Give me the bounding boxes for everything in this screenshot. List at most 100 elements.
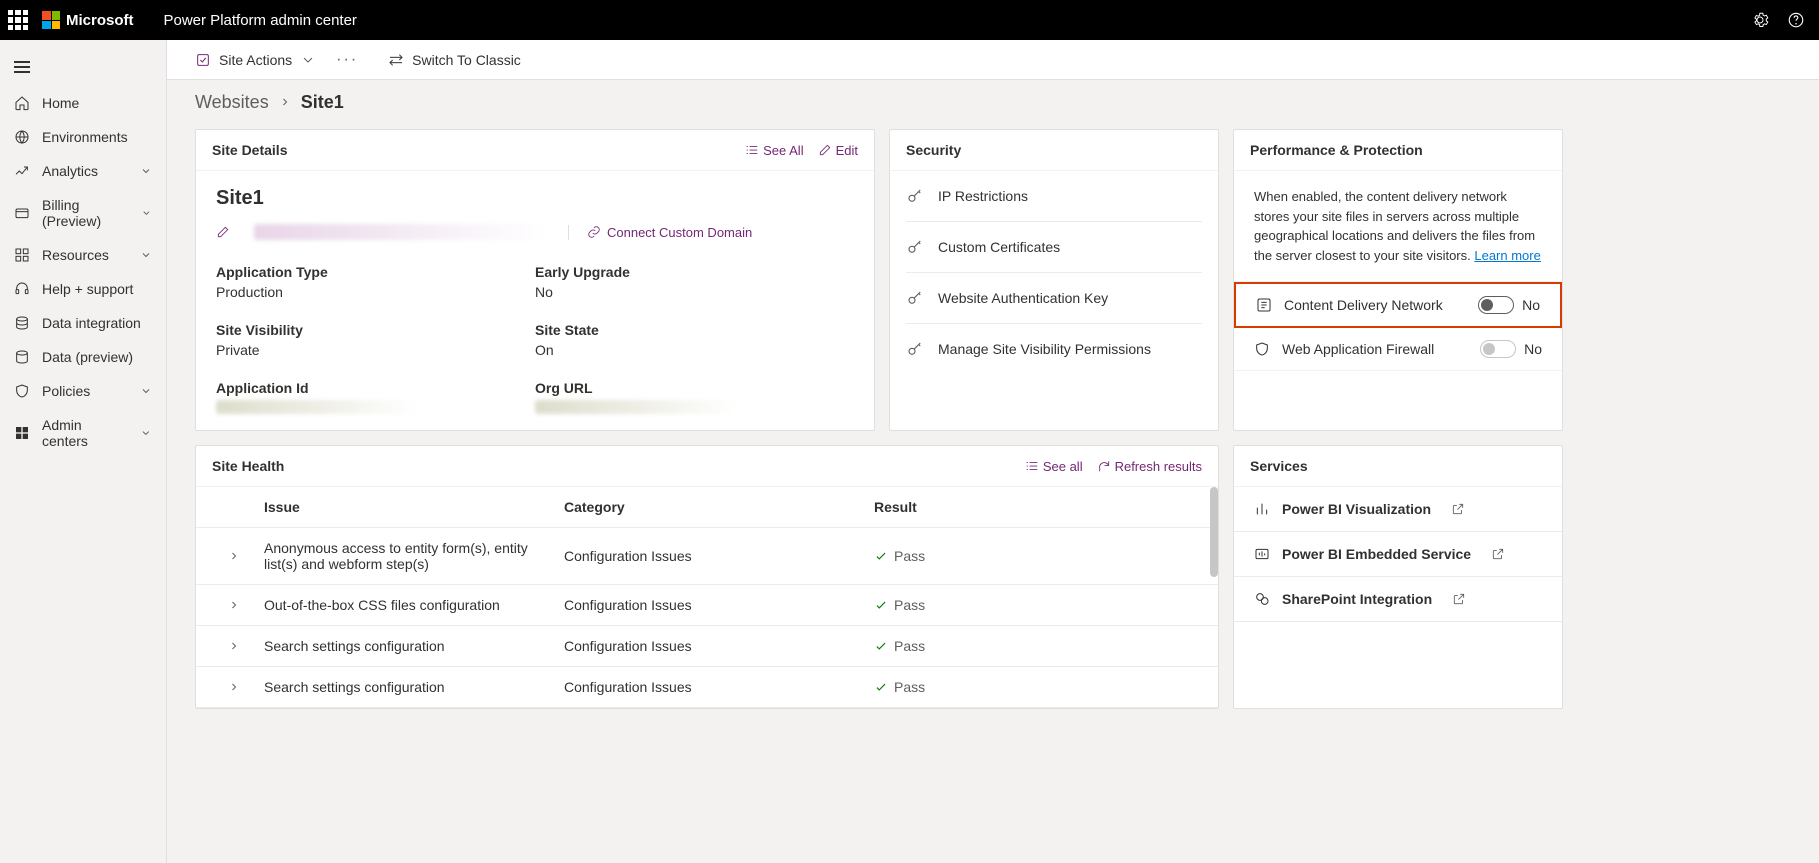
sidebar-item-help[interactable]: Help + support [0,272,166,306]
key-icon [906,289,924,307]
cell-issue: Search settings configuration [264,638,564,654]
switch-classic-button[interactable]: Switch To Classic [388,52,521,68]
field-label: Site Visibility [216,322,535,338]
field-label: Org URL [535,380,854,396]
check-icon [874,639,888,653]
chart-icon [1254,501,1270,517]
sidebar-item-policies[interactable]: Policies [0,374,166,408]
learn-more-link[interactable]: Learn more [1474,248,1540,263]
home-icon [14,95,30,111]
card-title: Site Details [212,142,287,158]
sidebar-item-analytics[interactable]: Analytics [0,154,166,188]
see-all-button[interactable]: See all [1025,459,1083,474]
sidebar-item-admin-centers[interactable]: Admin centers [0,408,166,458]
key-icon [906,187,924,205]
hamburger-icon[interactable] [0,48,166,86]
edit-button[interactable]: Edit [818,143,858,158]
checkbox-icon [195,52,211,68]
sidebar-item-resources[interactable]: Resources [0,238,166,272]
see-all-button[interactable]: See All [745,143,803,158]
table-row: Out-of-the-box CSS files configurationCo… [196,585,1218,626]
table-row: Search settings configurationConfigurati… [196,626,1218,667]
check-icon [874,598,888,612]
data-integration-icon [14,315,30,331]
service-item-powerbi-emb[interactable]: Power BI Embedded Service [1234,532,1562,577]
security-card: Security IP Restrictions Custom Certific… [889,129,1219,431]
cell-category: Configuration Issues [564,638,874,654]
refresh-button[interactable]: Refresh results [1097,459,1202,474]
nav-label: Home [42,95,79,111]
list-icon [745,143,759,157]
gear-icon[interactable] [1751,11,1769,29]
sidebar-item-environments[interactable]: Environments [0,120,166,154]
waf-toggle[interactable] [1480,340,1516,358]
topbar: Microsoft Power Platform admin center [0,0,1819,40]
more-button[interactable]: ··· [336,51,358,69]
external-link-icon [1491,547,1505,561]
chevron-down-icon [141,207,152,219]
expand-button[interactable] [204,550,264,562]
card-title: Services [1250,458,1308,474]
sidebar-item-data-preview[interactable]: Data (preview) [0,340,166,374]
field-label: Early Upgrade [535,264,854,280]
nav-label: Help + support [42,281,133,297]
nav-label: Environments [42,129,128,145]
performance-card: Performance & Protection When enabled, t… [1233,129,1563,431]
admin-centers-icon [14,425,30,441]
breadcrumb-current: Site1 [301,92,344,113]
nav-label: Admin centers [42,417,128,449]
connect-domain-button[interactable]: Connect Custom Domain [568,225,752,240]
breadcrumb-parent[interactable]: Websites [195,92,269,113]
cell-result: Pass [874,638,1210,654]
col-result: Result [874,499,1210,515]
toggle-value: No [1522,297,1540,313]
cell-category: Configuration Issues [564,679,874,695]
service-item-sharepoint[interactable]: SharePoint Integration [1234,577,1562,622]
sidebar-item-data-integration[interactable]: Data integration [0,306,166,340]
expand-button[interactable] [204,599,264,611]
expand-button[interactable] [204,681,264,693]
app-id-redacted [216,400,416,414]
sidebar-item-home[interactable]: Home [0,86,166,120]
service-item-powerbi-viz[interactable]: Power BI Visualization [1234,487,1562,532]
policies-icon [14,383,30,399]
cell-category: Configuration Issues [564,548,874,564]
help-icon[interactable] [1787,11,1805,29]
sidebar-item-billing[interactable]: Billing (Preview) [0,188,166,238]
data-preview-icon [14,349,30,365]
pencil-icon [818,143,832,157]
app-launcher-icon[interactable] [8,10,28,30]
card-title: Site Health [212,458,284,474]
field-label: Application Id [216,380,535,396]
field-value: On [535,342,854,358]
pencil-icon[interactable] [216,225,230,239]
expand-button[interactable] [204,640,264,652]
nav-label: Resources [42,247,109,263]
resources-icon [14,247,30,263]
perf-label: Web Application Firewall [1282,341,1434,357]
col-category: Category [564,499,874,515]
cdn-toggle[interactable] [1478,296,1514,314]
chevron-down-icon [140,427,152,439]
cmd-label: Site Actions [219,52,292,68]
security-item-visibility[interactable]: Manage Site Visibility Permissions [906,324,1202,374]
waf-row: Web Application Firewall No [1234,328,1562,371]
security-item-auth[interactable]: Website Authentication Key [906,273,1202,324]
scrollbar[interactable] [1210,487,1218,577]
cell-issue: Out-of-the-box CSS files configuration [264,597,564,613]
nav-label: Analytics [42,163,98,179]
field-value: No [535,284,854,300]
cell-result: Pass [874,597,1210,613]
key-icon [906,340,924,358]
field-label: Application Type [216,264,535,280]
external-link-icon [1452,592,1466,606]
site-actions-button[interactable]: Site Actions [195,52,316,68]
security-item-ip[interactable]: IP Restrictions [906,171,1202,222]
nav-label: Policies [42,383,90,399]
security-item-cert[interactable]: Custom Certificates [906,222,1202,273]
list-icon [1025,459,1039,473]
chevron-down-icon [140,165,152,177]
nav-label: Data integration [42,315,141,331]
services-card: Services Power BI Visualization Power BI… [1233,445,1563,709]
card-title: Performance & Protection [1250,142,1423,158]
